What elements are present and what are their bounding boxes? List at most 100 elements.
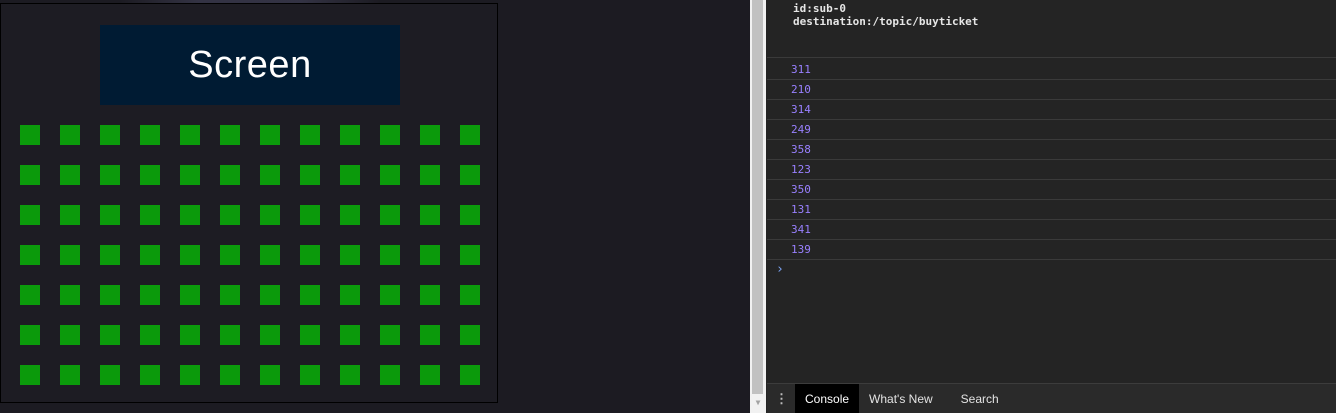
console-log-row: 314: [767, 100, 1336, 120]
seat[interactable]: [420, 365, 440, 385]
seat[interactable]: [20, 245, 40, 265]
seat[interactable]: [20, 125, 40, 145]
seat[interactable]: [420, 125, 440, 145]
seat[interactable]: [460, 125, 480, 145]
seat[interactable]: [220, 245, 240, 265]
seat[interactable]: [20, 365, 40, 385]
console-log-row: 210: [767, 80, 1336, 100]
seat[interactable]: [140, 365, 160, 385]
seat[interactable]: [180, 365, 200, 385]
seat[interactable]: [220, 365, 240, 385]
seat[interactable]: [180, 285, 200, 305]
seat[interactable]: [420, 285, 440, 305]
seat[interactable]: [260, 325, 280, 345]
seat[interactable]: [420, 205, 440, 225]
seat[interactable]: [420, 325, 440, 345]
seat[interactable]: [60, 205, 80, 225]
seat[interactable]: [340, 165, 360, 185]
seat[interactable]: [100, 205, 120, 225]
seat[interactable]: [300, 205, 320, 225]
seat[interactable]: [340, 125, 360, 145]
tab-console[interactable]: Console: [795, 384, 860, 413]
seat[interactable]: [300, 325, 320, 345]
seat[interactable]: [60, 245, 80, 265]
seat[interactable]: [20, 205, 40, 225]
seat[interactable]: [180, 125, 200, 145]
seat[interactable]: [140, 125, 160, 145]
console-prompt[interactable]: ›: [767, 260, 1336, 280]
seat[interactable]: [380, 325, 400, 345]
seat[interactable]: [100, 125, 120, 145]
seat[interactable]: [460, 285, 480, 305]
screen-box: Screen: [100, 25, 400, 105]
seat[interactable]: [180, 245, 200, 265]
seat[interactable]: [100, 365, 120, 385]
seat[interactable]: [60, 285, 80, 305]
seat[interactable]: [260, 285, 280, 305]
seat[interactable]: [60, 325, 80, 345]
seat[interactable]: [380, 285, 400, 305]
seat[interactable]: [180, 205, 200, 225]
seat[interactable]: [100, 165, 120, 185]
seat[interactable]: [380, 165, 400, 185]
tab-whats-new[interactable]: What's New: [859, 384, 943, 413]
scroll-down-arrow-icon[interactable]: ▼: [750, 394, 766, 411]
seat[interactable]: [300, 165, 320, 185]
seat[interactable]: [460, 165, 480, 185]
seat[interactable]: [20, 165, 40, 185]
seat-map-page: Screen: [0, 0, 750, 413]
seat[interactable]: [220, 165, 240, 185]
seat[interactable]: [100, 325, 120, 345]
seat[interactable]: [300, 285, 320, 305]
seat[interactable]: [380, 365, 400, 385]
seat[interactable]: [380, 125, 400, 145]
seat[interactable]: [460, 325, 480, 345]
seat[interactable]: [300, 365, 320, 385]
tab-search[interactable]: Search: [943, 384, 1009, 413]
page-scrollbar[interactable]: ▼: [750, 0, 766, 413]
seat[interactable]: [140, 205, 160, 225]
seat[interactable]: [340, 245, 360, 265]
seat[interactable]: [180, 165, 200, 185]
seat[interactable]: [340, 325, 360, 345]
seat[interactable]: [380, 245, 400, 265]
seat[interactable]: [300, 245, 320, 265]
devtools-panel: ▼ id:sub-0 destination:/topic/buyticket …: [750, 0, 1336, 413]
seat[interactable]: [100, 245, 120, 265]
seat[interactable]: [60, 365, 80, 385]
seat[interactable]: [340, 285, 360, 305]
seat[interactable]: [260, 365, 280, 385]
frame-line-destination: destination:/topic/buyticket: [793, 15, 979, 28]
seat[interactable]: [460, 365, 480, 385]
seat[interactable]: [180, 325, 200, 345]
seat[interactable]: [100, 285, 120, 305]
prompt-chevron-icon: ›: [776, 262, 784, 277]
seat[interactable]: [260, 125, 280, 145]
seat[interactable]: [220, 125, 240, 145]
seat[interactable]: [220, 205, 240, 225]
seat[interactable]: [260, 165, 280, 185]
seat[interactable]: [140, 245, 160, 265]
seat[interactable]: [220, 325, 240, 345]
seat[interactable]: [60, 125, 80, 145]
seat[interactable]: [20, 325, 40, 345]
seat[interactable]: [60, 165, 80, 185]
seat[interactable]: [420, 165, 440, 185]
seat[interactable]: [380, 205, 400, 225]
seat[interactable]: [460, 205, 480, 225]
seat[interactable]: [260, 205, 280, 225]
seat[interactable]: [300, 125, 320, 145]
seat[interactable]: [340, 205, 360, 225]
console-log-row: 123: [767, 160, 1336, 180]
seat[interactable]: [220, 285, 240, 305]
seat[interactable]: [420, 245, 440, 265]
kebab-icon[interactable]: ⋮: [767, 384, 795, 413]
seat[interactable]: [340, 365, 360, 385]
seat[interactable]: [140, 285, 160, 305]
seat[interactable]: [260, 245, 280, 265]
seat[interactable]: [140, 325, 160, 345]
seat[interactable]: [140, 165, 160, 185]
seat[interactable]: [20, 285, 40, 305]
scrollbar-thumb[interactable]: [752, 0, 763, 394]
seat[interactable]: [460, 245, 480, 265]
